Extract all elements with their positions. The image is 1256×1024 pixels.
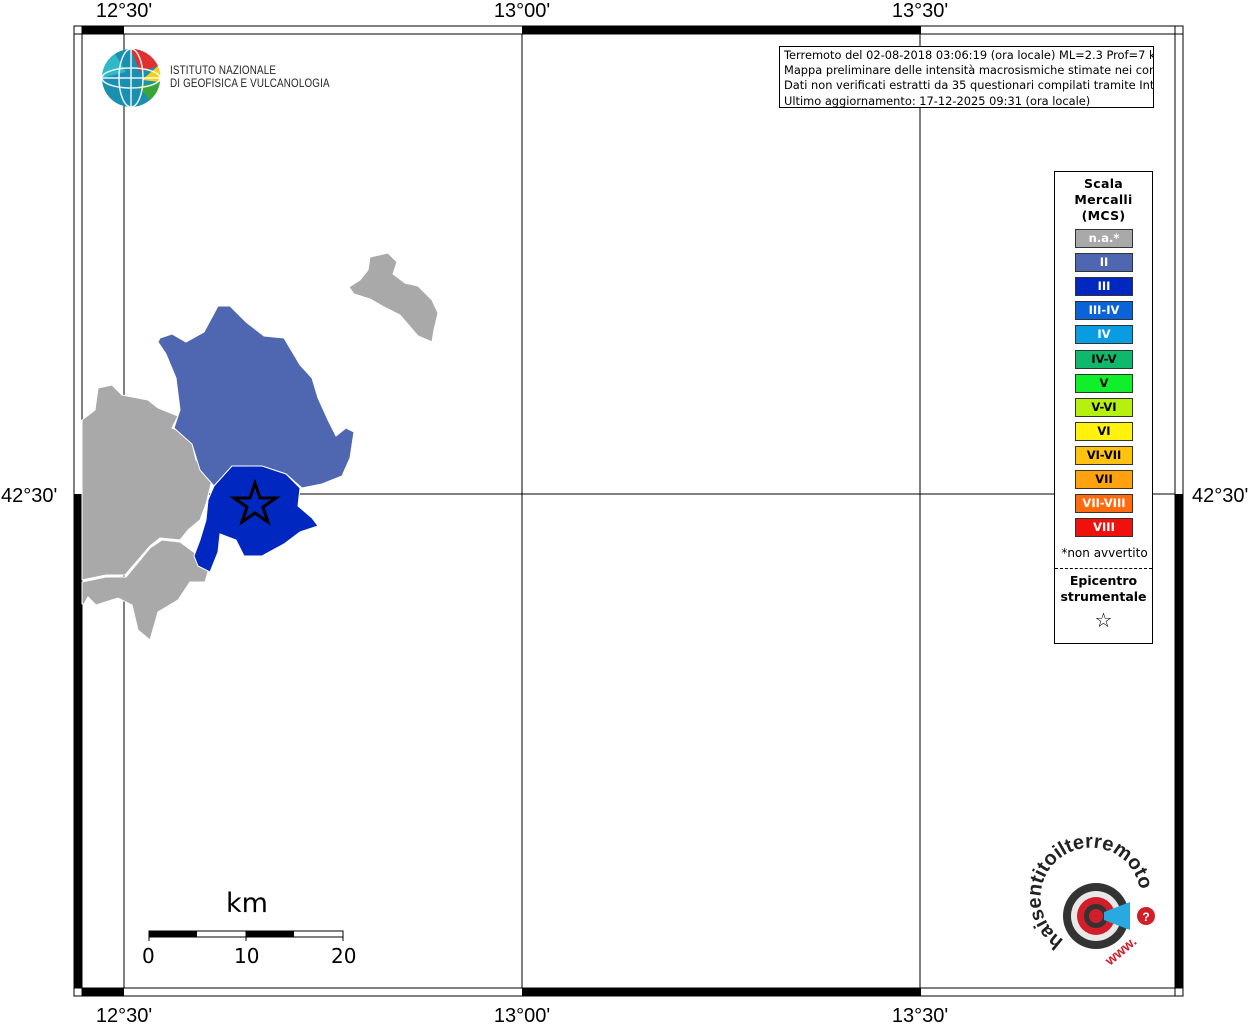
- right-lat-label: 42°30': [1192, 485, 1248, 507]
- left-lat-label: 42°30': [1, 485, 57, 507]
- legend-item: V-VI: [1075, 397, 1133, 417]
- legend-note: *non avvertito: [1061, 546, 1148, 560]
- ingv-logo-icon: [101, 48, 161, 108]
- info-line-3: Dati non verificati estratti da 35 quest…: [784, 78, 1154, 93]
- legend-item: VII-VIII: [1075, 494, 1133, 514]
- legend-item: n.a.*: [1075, 229, 1133, 248]
- legend-item: VI: [1075, 421, 1133, 441]
- earthquake-info-box: Terremoto del 02-08-2018 03:06:19 (ora l…: [779, 46, 1154, 108]
- legend-title-line-3: (MCS): [1081, 208, 1126, 223]
- legend-item: VII: [1075, 470, 1133, 489]
- legend-item: V: [1075, 373, 1133, 393]
- legend-item: IV-V: [1075, 349, 1133, 369]
- legend-item: II: [1075, 253, 1133, 273]
- legend-epicenter-label: Epicentro strumentale: [1055, 573, 1152, 605]
- scale-label-20: 20: [331, 944, 357, 968]
- legend-star-icon: ☆: [1094, 608, 1113, 632]
- institute-name: ISTITUTO NAZIONALE DI GEOFISICA E VULCAN…: [170, 64, 330, 90]
- top-lon-label-3: 13°30': [892, 0, 948, 22]
- legend-epicenter-line-1: Epicentro: [1069, 573, 1138, 588]
- legend-separator: [1055, 568, 1152, 569]
- top-lon-label-1: 12°30': [96, 0, 152, 22]
- bottom-lon-label-2: 13°00': [494, 1005, 550, 1024]
- bottom-lon-label-3: 13°30': [892, 1005, 948, 1024]
- scale-label-10: 10: [234, 944, 260, 968]
- legend-item: IV: [1075, 325, 1133, 345]
- bottom-lon-label-1: 12°30': [96, 1005, 152, 1024]
- legend-title-line-1: Scala: [1083, 176, 1124, 191]
- info-line-4: Ultimo aggiornamento: 17-12-2025 09:31 (…: [784, 93, 1091, 108]
- scale-unit: km: [226, 888, 268, 919]
- legend-title-line-2: Mercalli: [1074, 192, 1133, 207]
- scale-label-0: 0: [142, 944, 155, 968]
- legend-title: Scala Mercalli (MCS): [1055, 176, 1152, 224]
- legend-item: III: [1075, 277, 1133, 297]
- legend-item: III-IV: [1075, 301, 1133, 321]
- mercalli-legend: Scala Mercalli (MCS) n.a.* II III III-IV IV I…: [1054, 171, 1153, 644]
- institute-line-2: DI GEOFISICA E VULCANOLOGIA: [170, 76, 330, 90]
- legend-epicenter-line-2: strumentale: [1060, 589, 1147, 604]
- info-line-1: Terremoto del 02-08-2018 03:06:19 (ora l…: [784, 48, 1154, 62]
- svg-text:?: ?: [1142, 910, 1149, 924]
- legend-item: VIII: [1075, 518, 1133, 538]
- legend-item: VI-VII: [1075, 445, 1133, 465]
- top-lon-label-2: 13°00': [494, 0, 550, 22]
- info-line-2: Mappa preliminare delle intensità macros…: [784, 63, 1154, 78]
